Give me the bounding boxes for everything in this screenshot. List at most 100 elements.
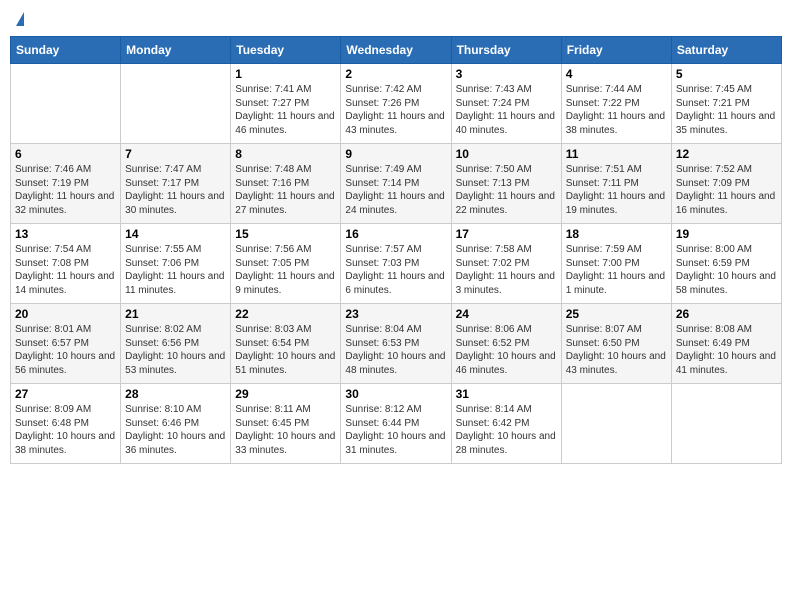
day-info: Sunrise: 8:03 AMSunset: 6:54 PMDaylight:…: [235, 323, 336, 377]
calendar-week-row: 6Sunrise: 7:46 AMSunset: 7:19 PMDaylight…: [11, 144, 782, 224]
day-number: 11: [566, 147, 667, 161]
calendar-day-cell: [671, 384, 781, 464]
day-info: Sunrise: 7:49 AMSunset: 7:14 PMDaylight:…: [345, 163, 446, 217]
day-number: 25: [566, 307, 667, 321]
day-info: Sunrise: 7:43 AMSunset: 7:24 PMDaylight:…: [456, 83, 557, 137]
calendar-day-cell: 10 Sunrise: 7:50 AMSunset: 7:13 PMDayligh…: [451, 144, 561, 224]
page-header: [10, 10, 782, 28]
calendar-day-cell: 4 Sunrise: 7:44 AMSunset: 7:22 PMDaylight…: [561, 64, 671, 144]
day-number: 31: [456, 387, 557, 401]
day-info: Sunrise: 7:54 AMSunset: 7:08 PMDaylight:…: [15, 243, 116, 297]
day-info: Sunrise: 7:41 AMSunset: 7:27 PMDaylight:…: [235, 83, 336, 137]
calendar-day-cell: 9 Sunrise: 7:49 AMSunset: 7:14 PMDaylight…: [341, 144, 451, 224]
calendar-day-cell: [11, 64, 121, 144]
day-number: 4: [566, 67, 667, 81]
day-number: 13: [15, 227, 116, 241]
day-info: Sunrise: 7:58 AMSunset: 7:02 PMDaylight:…: [456, 243, 557, 297]
day-of-week-header: Friday: [561, 37, 671, 64]
day-number: 9: [345, 147, 446, 161]
day-info: Sunrise: 7:44 AMSunset: 7:22 PMDaylight:…: [566, 83, 667, 137]
calendar-day-cell: 7 Sunrise: 7:47 AMSunset: 7:17 PMDaylight…: [121, 144, 231, 224]
calendar-day-cell: 22Sunrise: 8:03 AMSunset: 6:54 PMDayligh…: [231, 304, 341, 384]
calendar-day-cell: 8 Sunrise: 7:48 AMSunset: 7:16 PMDaylight…: [231, 144, 341, 224]
calendar-day-cell: 19 Sunrise: 8:00 AMSunset: 6:59 PMDayligh…: [671, 224, 781, 304]
calendar-day-cell: 3 Sunrise: 7:43 AMSunset: 7:24 PMDaylight…: [451, 64, 561, 144]
calendar-day-cell: 20 Sunrise: 8:01 AMSunset: 6:57 PMDayligh…: [11, 304, 121, 384]
day-of-week-header: Wednesday: [341, 37, 451, 64]
day-number: 10: [456, 147, 557, 161]
calendar-week-row: 1 Sunrise: 7:41 AMSunset: 7:27 PMDaylight…: [11, 64, 782, 144]
day-info: Sunrise: 7:57 AMSunset: 7:03 PMDaylight:…: [345, 243, 446, 297]
calendar-day-cell: 17 Sunrise: 7:58 AMSunset: 7:02 PMDayligh…: [451, 224, 561, 304]
day-number: 12: [676, 147, 777, 161]
calendar-day-cell: 28 Sunrise: 8:10 AMSunset: 6:46 PMDayligh…: [121, 384, 231, 464]
calendar-day-cell: 16 Sunrise: 7:57 AMSunset: 7:03 PMDayligh…: [341, 224, 451, 304]
calendar-day-cell: 6Sunrise: 7:46 AMSunset: 7:19 PMDaylight…: [11, 144, 121, 224]
day-info: Sunrise: 7:56 AMSunset: 7:05 PMDaylight:…: [235, 243, 336, 297]
day-info: Sunrise: 7:59 AMSunset: 7:00 PMDaylight:…: [566, 243, 667, 297]
day-number: 17: [456, 227, 557, 241]
calendar-day-cell: 23 Sunrise: 8:04 AMSunset: 6:53 PMDayligh…: [341, 304, 451, 384]
day-info: Sunrise: 7:42 AMSunset: 7:26 PMDaylight:…: [345, 83, 446, 137]
calendar-day-cell: 5 Sunrise: 7:45 AMSunset: 7:21 PMDaylight…: [671, 64, 781, 144]
day-number: 23: [345, 307, 446, 321]
calendar-day-cell: [561, 384, 671, 464]
day-info: Sunrise: 7:46 AMSunset: 7:19 PMDaylight:…: [15, 163, 116, 217]
calendar-day-cell: 14 Sunrise: 7:55 AMSunset: 7:06 PMDayligh…: [121, 224, 231, 304]
calendar-day-cell: 25Sunrise: 8:07 AMSunset: 6:50 PMDayligh…: [561, 304, 671, 384]
day-info: Sunrise: 8:01 AMSunset: 6:57 PMDaylight:…: [15, 323, 116, 377]
calendar-day-cell: 26 Sunrise: 8:08 AMSunset: 6:49 PMDayligh…: [671, 304, 781, 384]
calendar-week-row: 20 Sunrise: 8:01 AMSunset: 6:57 PMDayligh…: [11, 304, 782, 384]
calendar-day-cell: 11 Sunrise: 7:51 AMSunset: 7:11 PMDayligh…: [561, 144, 671, 224]
day-number: 20: [15, 307, 116, 321]
day-number: 3: [456, 67, 557, 81]
day-info: Sunrise: 7:48 AMSunset: 7:16 PMDaylight:…: [235, 163, 336, 217]
day-number: 7: [125, 147, 226, 161]
day-info: Sunrise: 7:47 AMSunset: 7:17 PMDaylight:…: [125, 163, 226, 217]
day-info: Sunrise: 8:08 AMSunset: 6:49 PMDaylight:…: [676, 323, 777, 377]
day-number: 19: [676, 227, 777, 241]
day-info: Sunrise: 8:10 AMSunset: 6:46 PMDaylight:…: [125, 403, 226, 457]
calendar-day-cell: 21 Sunrise: 8:02 AMSunset: 6:56 PMDayligh…: [121, 304, 231, 384]
day-number: 21: [125, 307, 226, 321]
day-number: 2: [345, 67, 446, 81]
day-number: 26: [676, 307, 777, 321]
calendar-day-cell: 31Sunrise: 8:14 AMSunset: 6:42 PMDayligh…: [451, 384, 561, 464]
day-number: 29: [235, 387, 336, 401]
day-number: 1: [235, 67, 336, 81]
calendar-header-row: SundayMondayTuesdayWednesdayThursdayFrid…: [11, 37, 782, 64]
calendar-week-row: 27Sunrise: 8:09 AMSunset: 6:48 PMDayligh…: [11, 384, 782, 464]
day-info: Sunrise: 8:12 AMSunset: 6:44 PMDaylight:…: [345, 403, 446, 457]
day-info: Sunrise: 8:06 AMSunset: 6:52 PMDaylight:…: [456, 323, 557, 377]
day-number: 24: [456, 307, 557, 321]
logo-icon: [16, 12, 24, 26]
calendar-day-cell: 30 Sunrise: 8:12 AMSunset: 6:44 PMDayligh…: [341, 384, 451, 464]
day-of-week-header: Tuesday: [231, 37, 341, 64]
day-number: 30: [345, 387, 446, 401]
day-info: Sunrise: 8:04 AMSunset: 6:53 PMDaylight:…: [345, 323, 446, 377]
calendar-day-cell: 12 Sunrise: 7:52 AMSunset: 7:09 PMDayligh…: [671, 144, 781, 224]
calendar-day-cell: 1 Sunrise: 7:41 AMSunset: 7:27 PMDaylight…: [231, 64, 341, 144]
day-number: 5: [676, 67, 777, 81]
day-info: Sunrise: 7:51 AMSunset: 7:11 PMDaylight:…: [566, 163, 667, 217]
day-number: 8: [235, 147, 336, 161]
day-of-week-header: Monday: [121, 37, 231, 64]
calendar-day-cell: [121, 64, 231, 144]
calendar-day-cell: 2 Sunrise: 7:42 AMSunset: 7:26 PMDaylight…: [341, 64, 451, 144]
calendar-day-cell: 27Sunrise: 8:09 AMSunset: 6:48 PMDayligh…: [11, 384, 121, 464]
day-number: 16: [345, 227, 446, 241]
day-info: Sunrise: 8:11 AMSunset: 6:45 PMDaylight:…: [235, 403, 336, 457]
day-info: Sunrise: 8:02 AMSunset: 6:56 PMDaylight:…: [125, 323, 226, 377]
day-info: Sunrise: 7:50 AMSunset: 7:13 PMDaylight:…: [456, 163, 557, 217]
day-of-week-header: Sunday: [11, 37, 121, 64]
day-info: Sunrise: 8:00 AMSunset: 6:59 PMDaylight:…: [676, 243, 777, 297]
calendar-day-cell: 13 Sunrise: 7:54 AMSunset: 7:08 PMDayligh…: [11, 224, 121, 304]
day-info: Sunrise: 7:52 AMSunset: 7:09 PMDaylight:…: [676, 163, 777, 217]
day-info: Sunrise: 7:45 AMSunset: 7:21 PMDaylight:…: [676, 83, 777, 137]
day-number: 14: [125, 227, 226, 241]
calendar-day-cell: 29 Sunrise: 8:11 AMSunset: 6:45 PMDayligh…: [231, 384, 341, 464]
calendar-table: SundayMondayTuesdayWednesdayThursdayFrid…: [10, 36, 782, 464]
day-number: 15: [235, 227, 336, 241]
day-number: 28: [125, 387, 226, 401]
day-info: Sunrise: 7:55 AMSunset: 7:06 PMDaylight:…: [125, 243, 226, 297]
